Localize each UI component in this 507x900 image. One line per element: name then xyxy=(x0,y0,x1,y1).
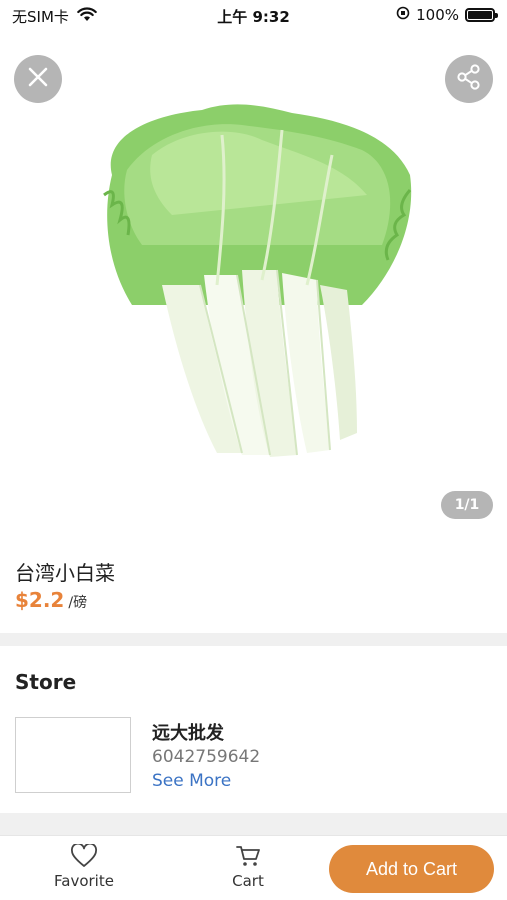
cart-icon xyxy=(235,844,261,872)
add-to-cart-button[interactable]: Add to Cart xyxy=(329,845,494,893)
status-bar: 无SIM卡 上午 9:32 100% xyxy=(0,0,507,30)
bottom-action-bar: Favorite Cart Add to Cart xyxy=(0,835,507,900)
product-detail-page: 无SIM卡 上午 9:32 100% 1/1 台湾小白菜 $2.2 /磅 Sto… xyxy=(0,0,507,900)
close-button[interactable] xyxy=(14,55,62,103)
section-divider-bottom xyxy=(0,813,507,835)
product-gallery[interactable]: 1/1 xyxy=(0,30,507,530)
product-name: 台湾小白菜 xyxy=(15,561,115,585)
share-button[interactable] xyxy=(445,55,493,103)
store-phone[interactable]: 6042759642 xyxy=(152,747,260,767)
product-price: $2.2 xyxy=(15,588,65,612)
battery-percent: 100% xyxy=(416,6,459,24)
favorite-label: Favorite xyxy=(54,872,114,890)
store-thumbnail[interactable] xyxy=(15,717,131,793)
battery-icon xyxy=(465,8,498,22)
product-image xyxy=(103,104,412,457)
close-icon xyxy=(26,65,50,93)
share-icon xyxy=(455,63,483,95)
image-pager: 1/1 xyxy=(441,491,493,519)
store-name[interactable]: 远大批发 xyxy=(152,719,224,745)
status-right: 100% xyxy=(396,6,498,24)
cart-button[interactable]: Cart xyxy=(222,844,274,890)
see-more-link[interactable]: See More xyxy=(152,771,231,791)
orientation-lock-icon xyxy=(396,6,410,24)
favorite-button[interactable]: Favorite xyxy=(50,842,118,890)
section-divider xyxy=(0,633,507,646)
heart-icon xyxy=(70,842,98,872)
store-section-title: Store xyxy=(15,670,77,694)
price-unit: /磅 xyxy=(68,595,88,611)
cart-label: Cart xyxy=(232,872,264,890)
price-line: $2.2 /磅 xyxy=(15,588,87,612)
